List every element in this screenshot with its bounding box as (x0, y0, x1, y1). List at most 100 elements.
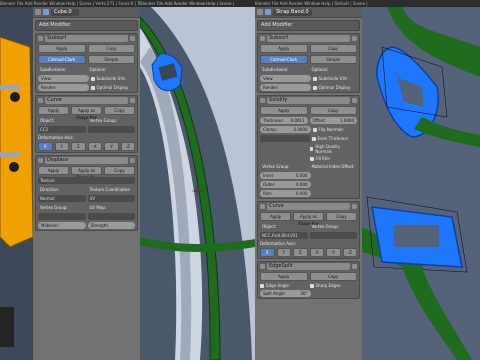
apply-as-shape-button[interactable]: Apply as Shape Key (71, 166, 102, 180)
viewport-right-bottom[interactable] (362, 167, 480, 360)
axis-neg-y-button[interactable]: -Y (104, 142, 119, 151)
apply-as-shape-button[interactable]: Apply as Shape Key (71, 106, 102, 120)
close-icon[interactable] (352, 264, 357, 269)
rim-field[interactable]: Rim: 0.000 (260, 190, 311, 197)
curve-object-field[interactable]: NCC.Fold.Bild.001 (260, 232, 308, 239)
split-angle-field[interactable]: Split Angle: 30° (260, 290, 311, 297)
apply-as-shape-button[interactable]: Apply as Shape Key (293, 212, 324, 226)
modifier-name-field[interactable]: EdgeSplit (267, 263, 350, 270)
viewport-middle[interactable] (140, 7, 255, 360)
texture-coordinates-dropdown[interactable]: UV (87, 195, 135, 202)
modifier-name-field[interactable]: Displace (45, 157, 128, 164)
direction-dropdown[interactable]: Normal (38, 195, 86, 202)
close-icon[interactable] (130, 158, 135, 163)
midlevel-field[interactable]: Midlevel: (38, 222, 86, 229)
object-name-field[interactable]: Strap Band.0 (273, 8, 312, 16)
thickness-field[interactable]: Thickness: 0.0011 (260, 117, 308, 124)
modifier-name-field[interactable]: Solidify (267, 97, 350, 104)
expand-toggle-icon[interactable] (38, 158, 43, 163)
viewport-left[interactable] (0, 7, 33, 360)
axis-neg-z-button[interactable]: -Z (342, 248, 357, 257)
optimal-display-checkbox[interactable]: Optimal Display (312, 84, 358, 91)
expand-toggle-icon[interactable] (260, 36, 265, 41)
curve-object-field[interactable]: CC2 (38, 126, 86, 133)
texture-field[interactable]: Texture (38, 177, 135, 184)
copy-button[interactable]: Copy (104, 106, 135, 115)
subdivide-uvs-checkbox[interactable]: Subdivide UVs (312, 75, 358, 82)
copy-button[interactable]: Copy (309, 106, 357, 115)
view-levels-field[interactable]: View: (38, 75, 89, 82)
apply-button[interactable]: Apply (260, 212, 291, 221)
expand-toggle-icon[interactable] (38, 36, 43, 41)
axis-z-button[interactable]: Z (71, 142, 86, 151)
edge-angle-checkbox[interactable]: Edge Angle: (260, 283, 308, 288)
vertex-group-field[interactable] (87, 126, 135, 133)
apply-button[interactable]: Apply (260, 272, 308, 281)
expand-toggle-icon[interactable] (260, 98, 265, 103)
copy-button[interactable]: Copy (104, 166, 135, 175)
wrench-icon[interactable] (43, 9, 49, 15)
axis-y-button[interactable]: Y (54, 142, 69, 151)
wrench-icon[interactable] (265, 9, 271, 15)
axis-y-button[interactable]: Y (276, 248, 291, 257)
modifier-name-field[interactable]: Subsurf (267, 35, 350, 42)
inner-field[interactable]: Inner: 0.000 (260, 172, 311, 179)
axis-x-button[interactable]: X (38, 142, 53, 151)
modifier-name-field[interactable]: Curve (45, 97, 128, 104)
cube-icon[interactable] (257, 9, 263, 15)
optimal-display-checkbox[interactable]: Optimal Display (90, 84, 136, 91)
apply-button[interactable]: Apply (260, 44, 308, 53)
close-icon[interactable] (352, 36, 357, 41)
tab-simple[interactable]: Simple (87, 55, 135, 64)
vertex-group-field[interactable] (260, 135, 310, 142)
apply-button[interactable]: Apply (38, 106, 69, 115)
apply-button[interactable]: Apply (38, 166, 69, 175)
copy-button[interactable]: Copy (309, 272, 357, 281)
fill-rim-checkbox[interactable]: Fill Rim (309, 156, 358, 161)
render-levels-field[interactable]: Render: (260, 84, 311, 91)
vertex-group-field[interactable] (38, 213, 86, 220)
axis-neg-x-button[interactable]: -X (87, 142, 102, 151)
expand-toggle-icon[interactable] (38, 98, 43, 103)
clamp-field[interactable]: Clamp: 0.0000 (260, 126, 311, 133)
object-name-field[interactable]: Cube.0 (51, 8, 79, 16)
tab-catmull-clark[interactable]: Catmull-Clark (260, 55, 308, 64)
apply-button[interactable]: Apply (260, 106, 308, 115)
expand-toggle-icon[interactable] (260, 204, 265, 209)
render-levels-field[interactable]: Render: (38, 84, 89, 91)
axis-neg-y-button[interactable]: -Y (326, 248, 341, 257)
tab-catmull-clark[interactable]: Catmull-Clark (38, 55, 86, 64)
close-icon[interactable] (130, 98, 135, 103)
apply-button[interactable]: Apply (38, 44, 86, 53)
outer-field[interactable]: Outer: 0.000 (260, 181, 311, 188)
copy-button[interactable]: Copy (326, 212, 357, 221)
subdivide-uvs-checkbox[interactable]: Subdivide UVs (90, 75, 136, 82)
uv-map-field[interactable] (87, 213, 135, 220)
view-levels-field[interactable]: View: (260, 75, 311, 82)
flip-normals-checkbox[interactable]: Flip Normals (312, 126, 358, 133)
high-quality-normals-checkbox[interactable]: High Quality Normals (309, 144, 358, 154)
close-icon[interactable] (130, 36, 135, 41)
axis-neg-x-button[interactable]: -X (309, 248, 324, 257)
add-modifier-dropdown[interactable]: Add Modifier (35, 20, 138, 31)
even-thickness-checkbox[interactable]: Even Thickness (311, 135, 358, 142)
axis-z-button[interactable]: Z (293, 248, 308, 257)
axis-x-button[interactable]: X (260, 248, 275, 257)
strength-field[interactable]: Strength: (87, 222, 135, 229)
offset-field[interactable]: Offset: 1.0000 (309, 117, 357, 124)
close-icon[interactable] (352, 98, 357, 103)
vertex-group-field[interactable] (309, 232, 357, 239)
copy-button[interactable]: Copy (309, 44, 357, 53)
modifier-name-field[interactable]: Curve (267, 203, 350, 210)
cube-icon[interactable] (35, 9, 41, 15)
close-icon[interactable] (352, 204, 357, 209)
sharp-edges-checkbox[interactable]: Sharp Edges (309, 283, 358, 288)
add-modifier-dropdown[interactable]: Add Modifier (257, 20, 360, 31)
axis-neg-z-button[interactable]: -Z (120, 142, 135, 151)
modifier-name-field[interactable]: Subsurf (45, 35, 128, 42)
expand-toggle-icon[interactable] (260, 264, 265, 269)
wheel-band-render (140, 7, 255, 360)
viewport-right-top[interactable] (362, 7, 480, 167)
copy-button[interactable]: Copy (87, 44, 135, 53)
tab-simple[interactable]: Simple (309, 55, 357, 64)
